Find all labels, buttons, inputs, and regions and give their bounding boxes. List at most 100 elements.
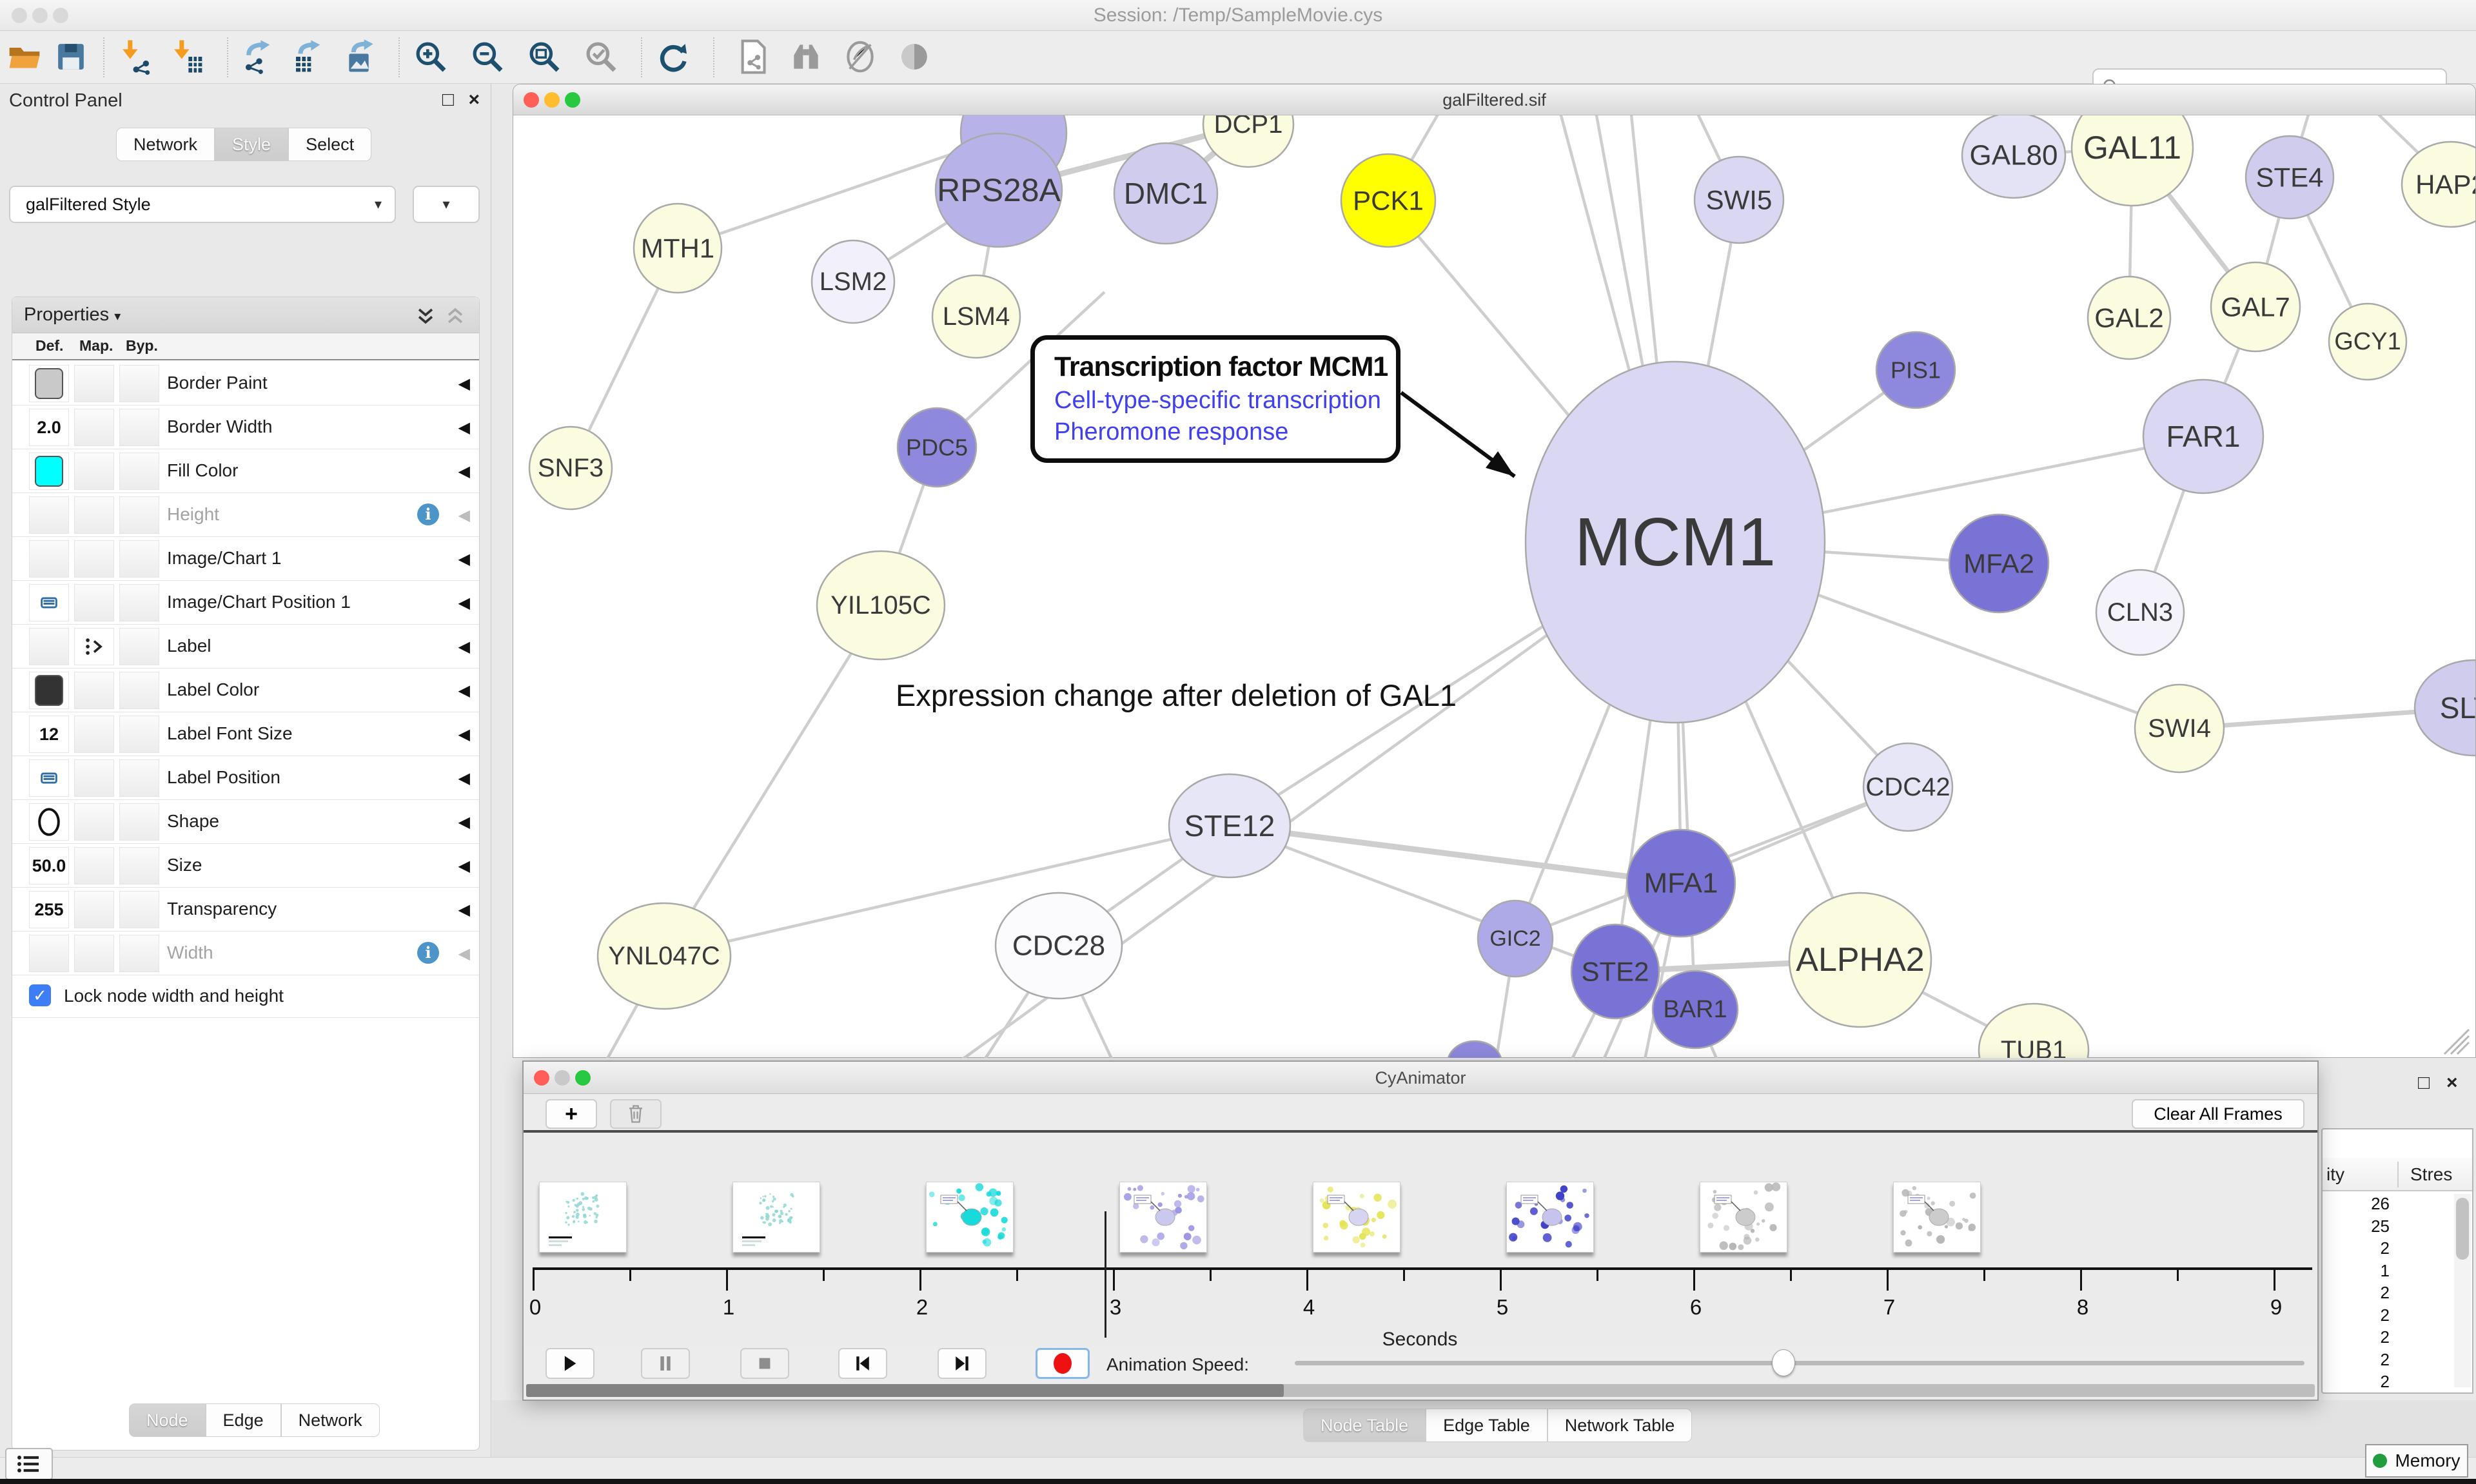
cyanimator-titlebar[interactable]: CyAnimator	[524, 1062, 2317, 1094]
export-image-icon[interactable]	[343, 39, 379, 75]
tab-node[interactable]: Node	[129, 1403, 206, 1437]
network-node-YIL105C[interactable]: YIL105C	[817, 551, 945, 659]
animation-speed-slider[interactable]	[1295, 1361, 2304, 1365]
network-node-GAL2[interactable]: GAL2	[2088, 277, 2170, 359]
panel-list-button[interactable]	[5, 1448, 53, 1480]
frame-thumbnail-1[interactable]	[732, 1182, 820, 1253]
property-row-image-chart-position-1[interactable]: Image/Chart Position 1◀	[12, 581, 479, 625]
property-row-label-font-size[interactable]: 12Label Font Size◀	[12, 712, 479, 756]
table-scrollbar[interactable]	[2454, 1194, 2471, 1387]
table-cell-value[interactable]: 2	[2323, 1283, 2451, 1305]
expand-row-icon[interactable]: ◀	[458, 681, 470, 700]
frame-thumbnail-0[interactable]	[539, 1182, 627, 1253]
open-session-icon[interactable]	[6, 39, 43, 75]
network-node-GCY1[interactable]: GCY1	[2329, 304, 2406, 380]
lock-size-checkbox[interactable]: ✓	[29, 984, 51, 1006]
expand-row-icon[interactable]: ◀	[458, 857, 470, 875]
default-value-cell[interactable]: 50.0	[29, 847, 69, 884]
expand-row-icon[interactable]: ◀	[458, 462, 470, 481]
frame-thumbnail-2[interactable]	[926, 1182, 1014, 1253]
cyanimator-minimize-icon[interactable]	[555, 1070, 570, 1086]
tab-style[interactable]: Style	[215, 128, 288, 161]
bypass-cell[interactable]	[119, 409, 159, 446]
network-node-STE12[interactable]: STE12	[1169, 774, 1290, 877]
import-table-icon[interactable]	[169, 39, 205, 75]
close-panel-icon[interactable]: ×	[468, 89, 480, 111]
mapping-cell[interactable]	[74, 935, 114, 972]
properties-header[interactable]: Properties ▾	[24, 304, 121, 326]
network-node-RPS28A[interactable]: RPS28A	[936, 133, 1062, 247]
mapping-cell[interactable]	[74, 891, 114, 928]
expand-row-icon[interactable]: ◀	[458, 813, 470, 832]
default-value-cell[interactable]	[29, 935, 69, 972]
bypass-cell[interactable]	[119, 672, 159, 709]
mapping-cell[interactable]	[74, 496, 114, 534]
tab-edge[interactable]: Edge	[206, 1403, 281, 1437]
style-selector-dropdown[interactable]: galFiltered Style ▾	[9, 186, 396, 223]
network-node-MCM1[interactable]: MCM1	[1526, 362, 1825, 723]
skip-start-button[interactable]	[838, 1348, 887, 1379]
skip-end-button[interactable]	[938, 1348, 987, 1379]
property-row-width[interactable]: Widthi◀	[12, 932, 479, 975]
network-node-NODECUT[interactable]	[1448, 1041, 1502, 1058]
default-value-cell[interactable]	[29, 628, 69, 665]
import-network-icon[interactable]	[117, 39, 153, 75]
play-button[interactable]	[545, 1348, 594, 1379]
bypass-cell[interactable]	[119, 540, 159, 578]
default-value-cell[interactable]	[29, 453, 69, 490]
bypass-cell[interactable]	[119, 935, 159, 972]
expand-all-icon[interactable]	[415, 305, 437, 327]
expand-row-icon[interactable]: ◀	[458, 375, 470, 393]
network-node-CDC42[interactable]: CDC42	[1863, 743, 1952, 831]
network-node-GAL80[interactable]: GAL80	[1962, 115, 2065, 198]
network-node-FAR1[interactable]: FAR1	[2143, 380, 2263, 493]
timeline-playhead[interactable]	[1105, 1211, 1106, 1338]
property-row-shape[interactable]: Shape◀	[12, 800, 479, 844]
property-row-border-paint[interactable]: Border Paint◀	[12, 362, 479, 405]
expand-row-icon[interactable]: ◀	[458, 725, 470, 744]
network-node-DCP1[interactable]: DCP1	[1203, 115, 1293, 167]
table-cell-value[interactable]: 2	[2323, 1327, 2451, 1350]
table-cell-value[interactable]: 26	[2323, 1194, 2451, 1216]
default-value-cell[interactable]	[29, 803, 69, 841]
tab-node-table[interactable]: Node Table	[1303, 1409, 1426, 1442]
tab-network[interactable]: Network	[281, 1403, 380, 1437]
property-row-label-color[interactable]: Label Color◀	[12, 669, 479, 712]
hide-annotations-icon[interactable]	[842, 39, 878, 75]
network-node-SWI4[interactable]: SWI4	[2135, 685, 2224, 772]
table-cell-value[interactable]: 1	[2323, 1261, 2451, 1284]
float-panel-icon[interactable]: □	[442, 89, 454, 111]
expand-row-icon[interactable]: ◀	[458, 944, 470, 963]
mapping-cell[interactable]	[74, 584, 114, 621]
network-node-TUB1[interactable]: TUB1	[1979, 1004, 2088, 1058]
table-column-centrality[interactable]: ity	[2326, 1164, 2344, 1185]
mapping-cell[interactable]	[74, 540, 114, 578]
network-node-ALPHA2[interactable]: ALPHA2	[1789, 893, 1931, 1027]
annotation-box[interactable]: Transcription factor MCM1 Cell-type-spec…	[1030, 335, 1400, 463]
window-zoom-icon[interactable]	[53, 8, 68, 23]
mapping-cell[interactable]	[74, 759, 114, 797]
expand-row-icon[interactable]: ◀	[458, 638, 470, 656]
table-cell-value[interactable]: 2	[2323, 1305, 2451, 1328]
network-node-SWI5[interactable]: SWI5	[1695, 157, 1783, 243]
expand-row-icon[interactable]: ◀	[458, 418, 470, 437]
zoom-fit-icon[interactable]	[526, 39, 562, 75]
expand-row-icon[interactable]: ◀	[458, 769, 470, 788]
tab-network-table[interactable]: Network Table	[1548, 1409, 1693, 1442]
network-node-SNF3[interactable]: SNF3	[529, 427, 612, 509]
refresh-icon[interactable]	[655, 39, 691, 75]
bypass-cell[interactable]	[119, 584, 159, 621]
property-row-image-chart-1[interactable]: Image/Chart 1◀	[12, 537, 479, 581]
network-minimize-icon[interactable]	[544, 92, 560, 108]
network-node-HAP2[interactable]: HAP2	[2402, 142, 2475, 227]
table-column-stress[interactable]: Stres	[2410, 1164, 2452, 1185]
network-node-MFA1[interactable]: MFA1	[1627, 830, 1735, 937]
bypass-cell[interactable]	[119, 803, 159, 841]
delete-frame-button[interactable]	[610, 1099, 662, 1129]
frame-thumbnail-6[interactable]	[1700, 1182, 1787, 1253]
float-table-panel-icon[interactable]: □	[2418, 1072, 2430, 1094]
mapping-cell[interactable]	[74, 803, 114, 841]
mapping-cell[interactable]	[74, 672, 114, 709]
record-button[interactable]	[1036, 1348, 1090, 1379]
bypass-cell[interactable]	[119, 891, 159, 928]
